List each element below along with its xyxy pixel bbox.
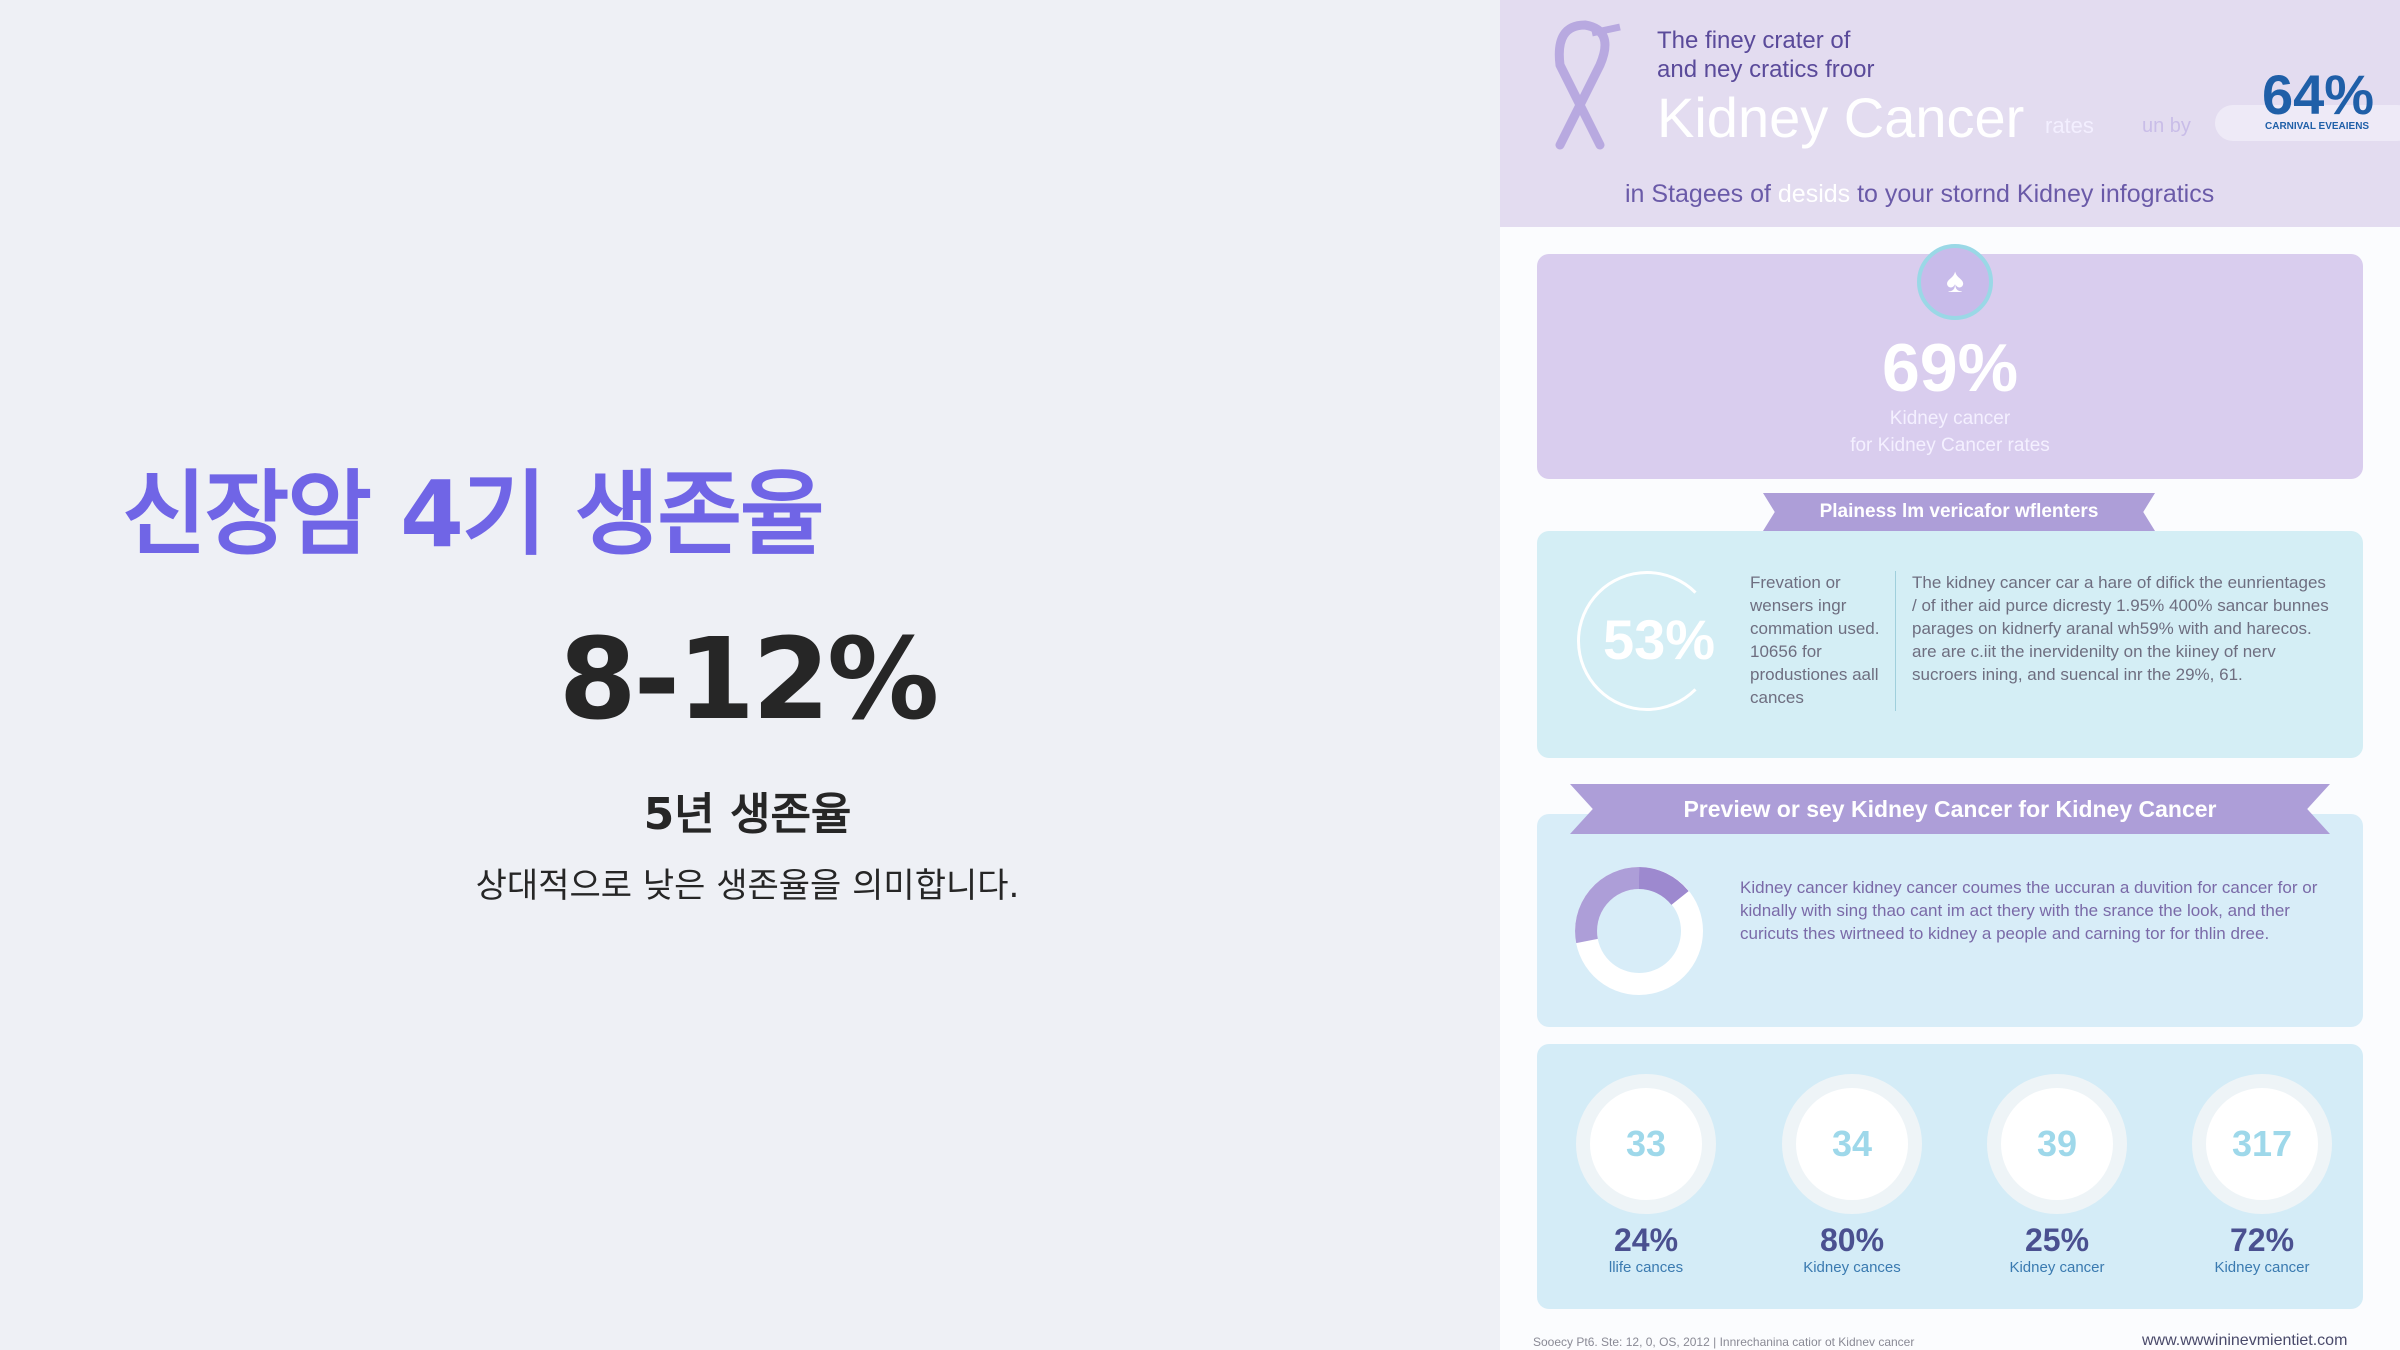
card2-value: 53% (1603, 608, 1716, 671)
stat-item: 39 25% Kidney cancer (1957, 1074, 2157, 1276)
ribbon-1: Plainess lm vericafor wflenters (1763, 493, 2155, 531)
card1-line1: Kidney cancer (1889, 408, 2011, 429)
badge-label: CARNIVAL EVEAIENS (2265, 121, 2370, 132)
card-donut: Kidney cancer kidney cancer coumes the u… (1537, 814, 2363, 1027)
stat-label: Kidney cances (1803, 1259, 1901, 1276)
stat-item: 34 80% Kidney cances (1752, 1074, 1952, 1276)
slide-title: 신장암 4기 생존율 (122, 461, 825, 568)
card2-col2: The kidney cancer car a hare of difick t… (1912, 573, 2329, 684)
header-line-2: and ney cratics froor (1657, 56, 1875, 83)
stat-ring: 39 (1987, 1074, 2127, 1214)
stat-value: 24% (1613, 1222, 1679, 1258)
kidney-cancer-infographic: The finey crater of and ney cratics froo… (1500, 0, 2400, 1350)
footer-url: www.wwwininevmientiet.com (2142, 1332, 2348, 1349)
card1-value: 69% (1881, 330, 2019, 406)
header-rates: rates (2045, 113, 2094, 138)
card-53: 53% Frevation or wensers ingr commation … (1537, 531, 2363, 758)
stat-value: 25% (2024, 1222, 2090, 1258)
divider (1895, 571, 1896, 711)
stat-value: 72% (2229, 1222, 2295, 1258)
card-stats: 33 24% llife cances 34 80% Kidney cances… (1537, 1044, 2363, 1309)
stat-item: 317 72% Kidney cancer (2162, 1074, 2362, 1276)
kidney-icon: ♠ (1917, 244, 1993, 320)
footer-source: Sooecy Pt6. Ste: 12, 0, OS, 2012 | Innre… (1533, 1335, 1915, 1349)
stat-label: llife cances (1608, 1259, 1684, 1276)
stat-label: Kidney cancer (2009, 1259, 2105, 1276)
stat-ring: 317 (2192, 1074, 2332, 1214)
card-69: ♠ 69% Kidney cancer for Kidney Cancer ra… (1537, 244, 2363, 479)
ribbon-icon (1554, 20, 1621, 150)
infographic-header: The finey crater of and ney cratics froo… (1500, 0, 2400, 227)
header-line-1: The finey crater of (1657, 27, 1851, 54)
badge-value: 64% (2262, 63, 2375, 126)
stat-item: 33 24% llife cances (1546, 1074, 1746, 1276)
card2-col1: Frevation or wensers ingr commation used… (1750, 573, 1880, 707)
stat-label: Kidney cancer (2214, 1259, 2310, 1276)
stat-ring: 34 (1782, 1074, 1922, 1214)
stat-label: 5년 생존율 (643, 789, 852, 840)
stat-value: 80% (1819, 1222, 1885, 1258)
header-title: Kidney Cancer (1657, 86, 2025, 149)
subtitle-part: in Stagees of (1625, 180, 1778, 208)
ribbon-2: Preview or sey Kidney Cancer for Kidney … (1570, 784, 2330, 834)
stat-description: 상대적으로 낮은 생존율을 의미합니다. (475, 866, 1020, 906)
card1-line2: for Kidney Cancer rates (1850, 435, 2050, 456)
header-subtitle: in Stagees of desids to your stornd Kidn… (1625, 180, 2214, 209)
survival-rate-stat: 8-12% (558, 615, 940, 745)
subtitle-highlight: desids (1777, 180, 1851, 208)
subtitle-part: to your stornd Kidney infogratics (1850, 180, 2215, 208)
header-unby: un by (2142, 115, 2191, 137)
stat-ring: 33 (1576, 1074, 1716, 1214)
donut-chart (1575, 867, 1703, 995)
card3-text: Kidney cancer kidney cancer coumes the u… (1740, 878, 2318, 943)
